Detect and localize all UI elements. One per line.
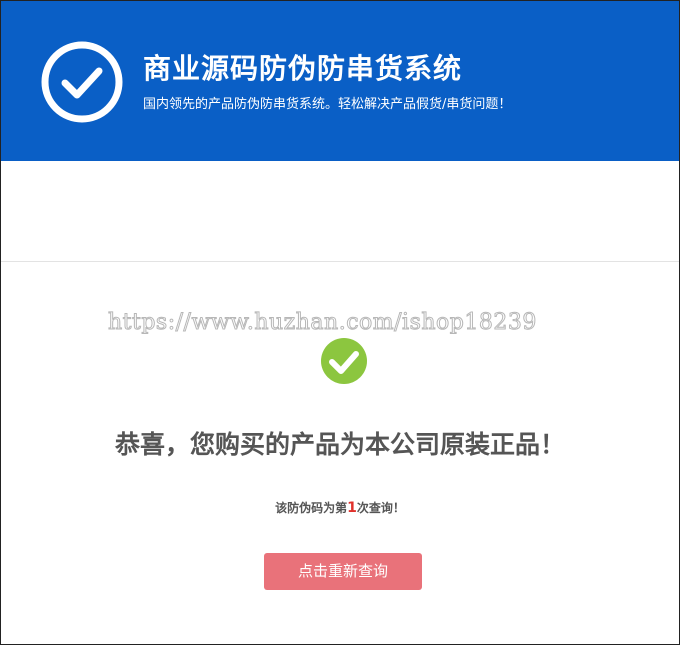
- page-frame: 商业源码防伪防串货系统 国内领先的产品防伪防串货系统。轻松解决产品假货/串货问题…: [0, 0, 680, 645]
- app-subtitle: 国内领先的产品防伪防串货系统。轻松解决产品假货/串货问题！: [143, 97, 512, 112]
- divider: [1, 261, 679, 262]
- blank-area: [1, 161, 679, 261]
- query-count-line: 该防伪码为第1次查询！: [1, 499, 679, 516]
- app-title: 商业源码防伪防串货系统: [143, 52, 463, 85]
- query-prefix: 该防伪码为第: [275, 501, 348, 515]
- query-suffix: 次查询！: [356, 501, 405, 515]
- watermark-text: https://www.huzhan.com/ishop18239: [108, 310, 537, 336]
- header-banner: 商业源码防伪防串货系统 国内领先的产品防伪防串货系统。轻松解决产品假货/串货问题…: [1, 1, 679, 161]
- result-message: 恭喜，您购买的产品为本公司原装正品！: [114, 430, 565, 459]
- requery-button[interactable]: 点击重新查询: [264, 553, 422, 590]
- query-count: 1: [347, 500, 357, 516]
- check-circle-filled-icon: [321, 338, 367, 384]
- check-circle-icon: [41, 41, 123, 123]
